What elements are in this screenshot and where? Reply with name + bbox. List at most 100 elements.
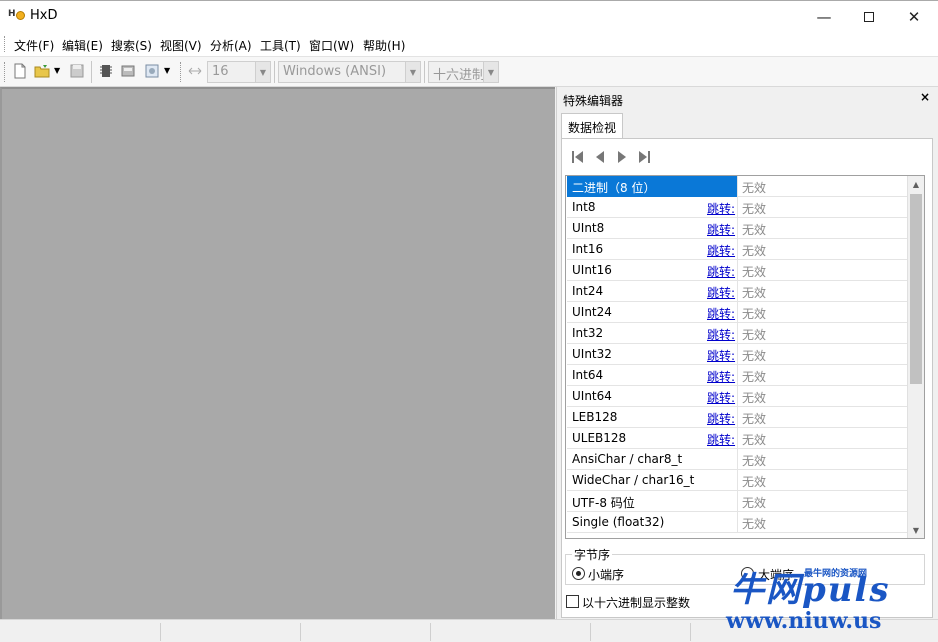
disk-icon	[121, 65, 135, 77]
menu-window[interactable]: 窗口(W)	[309, 37, 354, 54]
menu-edit[interactable]: 编辑(E)	[62, 37, 103, 54]
toolbar-grip	[4, 62, 7, 82]
grid-scrollbar[interactable]: ▲ ▼	[907, 176, 924, 538]
table-row[interactable]: Single (float32) 无效	[567, 512, 907, 533]
table-row[interactable]: WideChar / char16_t 无效	[567, 470, 907, 491]
table-row[interactable]: Int8 跳转: 无效	[567, 197, 907, 218]
table-row[interactable]: LEB128 跳转: 无效	[567, 407, 907, 428]
row-name: LEB128	[572, 410, 618, 424]
previous-button[interactable]	[591, 149, 609, 165]
table-row[interactable]: 二进制（8 位） 无效	[567, 176, 907, 197]
close-button[interactable]: ✕	[891, 1, 937, 32]
save-icon	[70, 64, 84, 78]
memory-chip-icon	[100, 65, 112, 77]
first-button[interactable]	[569, 149, 587, 165]
next-button[interactable]	[613, 149, 631, 165]
tab-data-inspector[interactable]: 数据检视	[561, 113, 624, 139]
chevron-down-icon: ▼	[483, 62, 498, 82]
disk-dropdown-button[interactable]: ▼	[164, 63, 174, 79]
jump-link[interactable]: 跳转:	[707, 326, 735, 343]
jump-link[interactable]: 跳转:	[707, 221, 735, 238]
menu-help[interactable]: 帮助(H)	[363, 37, 405, 54]
jump-link[interactable]: 跳转:	[707, 284, 735, 301]
new-file-icon	[14, 63, 26, 79]
menu-file[interactable]: 文件(F)	[14, 37, 54, 54]
open-dropdown-button[interactable]: ▼	[54, 63, 64, 79]
last-button[interactable]	[635, 149, 653, 165]
next-icon	[618, 151, 626, 163]
table-row[interactable]: Int64 跳转: 无效	[567, 365, 907, 386]
watermark-slogan: 最牛网的资源网	[804, 569, 868, 579]
open-file-button[interactable]	[34, 63, 50, 79]
table-row[interactable]: UInt8 跳转: 无效	[567, 218, 907, 239]
maximize-icon	[864, 11, 874, 22]
row-value: 无效	[742, 244, 767, 258]
offset-base-combo[interactable]: 十六进制 ▼	[428, 61, 499, 83]
bytes-per-row-value: 16	[212, 64, 229, 79]
minimize-icon: —	[816, 7, 832, 26]
editor-workspace[interactable]	[0, 87, 555, 619]
jump-link[interactable]: 跳转:	[707, 305, 735, 322]
maximize-button[interactable]	[846, 1, 892, 32]
jump-link[interactable]: 跳转:	[707, 200, 735, 217]
table-row[interactable]: UInt64 跳转: 无效	[567, 386, 907, 407]
minimize-button[interactable]: —	[801, 1, 847, 32]
disk-image-button[interactable]	[144, 63, 160, 79]
byte-order-label: 字节序	[572, 546, 613, 563]
chevron-down-icon: ▼	[912, 525, 920, 535]
ram-editor-button[interactable]	[98, 63, 114, 79]
hex-integers-checkbox[interactable]	[566, 595, 579, 608]
scroll-thumb[interactable]	[910, 194, 922, 384]
menu-analysis[interactable]: 分析(A)	[210, 37, 252, 54]
status-separator	[690, 623, 691, 641]
toolbar-separator	[274, 61, 275, 83]
charset-combo[interactable]: Windows (ANSI) ▼	[278, 61, 421, 83]
scroll-down-button[interactable]: ▼	[908, 522, 924, 538]
table-row[interactable]: Int16 跳转: 无效	[567, 239, 907, 260]
disk-editor-button[interactable]	[120, 63, 136, 79]
save-button[interactable]	[69, 63, 85, 79]
bytes-per-row-combo[interactable]: 16 ▼	[207, 61, 271, 83]
little-endian-label[interactable]: 小端序	[588, 566, 624, 583]
dropdown-arrow-icon: ▼	[164, 66, 171, 75]
new-file-button[interactable]	[12, 63, 28, 79]
menu-tools[interactable]: 工具(T)	[260, 37, 301, 54]
jump-link[interactable]: 跳转:	[707, 368, 735, 385]
row-value: 无效	[742, 349, 767, 363]
row-value: 无效	[742, 328, 767, 342]
row-name: ULEB128	[572, 431, 627, 445]
scroll-up-button[interactable]: ▲	[908, 176, 924, 192]
chevron-up-icon: ▲	[912, 179, 920, 189]
table-row[interactable]: UTF-8 码位 无效	[567, 491, 907, 512]
toolbar-separator	[424, 61, 425, 83]
special-editor-panel: 特殊编辑器 × 数据检视 二进制（8 位） 无效 Int8 跳转: 无效 UIn…	[556, 87, 938, 619]
table-row[interactable]: UInt24 跳转: 无效	[567, 302, 907, 323]
table-row[interactable]: Int24 跳转: 无效	[567, 281, 907, 302]
data-inspector-grid[interactable]: 二进制（8 位） 无效 Int8 跳转: 无效 UInt8 跳转: 无效 Int…	[565, 175, 925, 539]
row-name: Int24	[572, 284, 604, 298]
little-endian-radio[interactable]	[572, 567, 585, 580]
table-row[interactable]: ULEB128 跳转: 无效	[567, 428, 907, 449]
table-row[interactable]: UInt32 跳转: 无效	[567, 344, 907, 365]
jump-link[interactable]: 跳转:	[707, 431, 735, 448]
jump-link[interactable]: 跳转:	[707, 347, 735, 364]
open-folder-icon	[34, 65, 50, 78]
row-value: 无效	[742, 265, 767, 279]
menu-view[interactable]: 视图(V)	[160, 37, 202, 54]
table-row[interactable]: UInt16 跳转: 无效	[567, 260, 907, 281]
chevron-down-icon: ▼	[255, 62, 270, 82]
panel-close-button[interactable]: ×	[920, 90, 930, 104]
jump-link[interactable]: 跳转:	[707, 410, 735, 427]
row-value: 无效	[742, 496, 767, 510]
table-row[interactable]: Int32 跳转: 无效	[567, 323, 907, 344]
menu-grip	[4, 36, 7, 52]
table-row[interactable]: AnsiChar / char8_t 无效	[567, 449, 907, 470]
row-value: 无效	[742, 223, 767, 237]
jump-link[interactable]: 跳转:	[707, 242, 735, 259]
menu-search[interactable]: 搜索(S)	[111, 37, 152, 54]
hex-integers-label[interactable]: 以十六进制显示整数	[582, 594, 690, 611]
status-separator	[590, 623, 591, 641]
jump-link[interactable]: 跳转:	[707, 389, 735, 406]
jump-link[interactable]: 跳转:	[707, 263, 735, 280]
row-value: 无效	[742, 286, 767, 300]
